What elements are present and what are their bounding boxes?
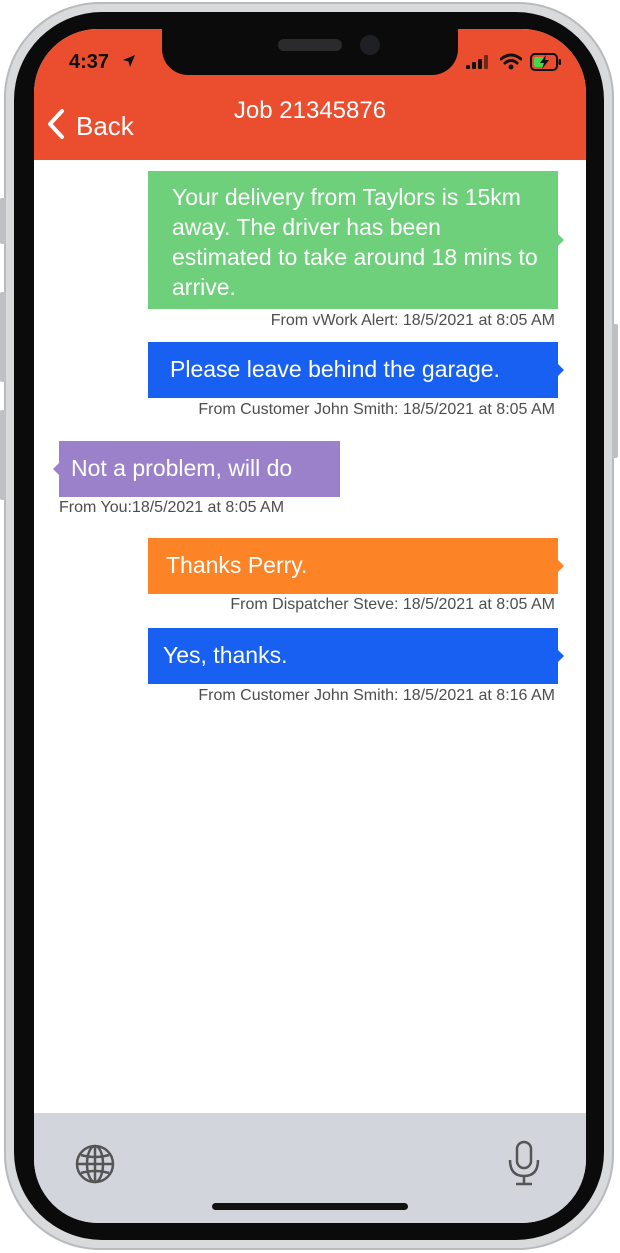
location-arrow-icon — [122, 54, 136, 73]
page-title: Job 21345876 — [233, 97, 387, 124]
wifi-icon — [499, 53, 523, 75]
bubble-tail — [558, 234, 564, 246]
bubble-tail — [558, 560, 564, 572]
battery-charging-icon — [530, 53, 562, 76]
message-meta: From Customer John Smith: 18/5/2021 at 8… — [198, 401, 555, 418]
bubble-tail — [53, 463, 59, 475]
cellular-signal-icon — [466, 55, 490, 74]
message-bubble: Please leave behind the garage. — [148, 342, 564, 398]
globe-icon[interactable] — [74, 1143, 116, 1190]
front-camera — [360, 35, 380, 55]
mute-switch — [0, 198, 6, 244]
message-meta: From Customer John Smith: 18/5/2021 at 8… — [198, 687, 555, 704]
message-list[interactable]: Your delivery from Taylors is 15km away.… — [34, 160, 586, 1113]
message-meta: From Dispatcher Steve: 18/5/2021 at 8:05… — [230, 596, 555, 613]
home-indicator[interactable] — [212, 1203, 408, 1210]
message-bubble: Your delivery from Taylors is 15km away.… — [148, 171, 564, 309]
volume-up-button — [0, 292, 6, 382]
phone-screen: 4:37 Back Job 21345876 Your delivery fro… — [34, 29, 586, 1223]
message-bubble: Thanks Perry. — [148, 538, 564, 594]
message-text: Your delivery from Taylors is 15km away.… — [172, 184, 538, 300]
power-button — [612, 324, 618, 458]
volume-down-button — [0, 410, 6, 500]
message-text: Not a problem, will do — [71, 455, 293, 481]
navigation-header: 4:37 Back Job 21345876 — [34, 29, 586, 160]
status-time: 4:37 — [69, 51, 110, 73]
message-text: Please leave behind the garage. — [170, 356, 500, 382]
message-text: Thanks Perry. — [166, 552, 308, 578]
message-text: Yes, thanks. — [163, 642, 288, 668]
bubble-tail — [558, 364, 564, 376]
message-bubble: Not a problem, will do — [53, 441, 340, 497]
bubble-tail — [558, 650, 564, 662]
notch — [162, 29, 458, 75]
message-bubble: Yes, thanks. — [148, 628, 564, 684]
message-meta: From vWork Alert: 18/5/2021 at 8:05 AM — [270, 312, 555, 329]
message-meta: From You:18/5/2021 at 8:05 AM — [59, 499, 285, 516]
microphone-icon[interactable] — [506, 1139, 542, 1192]
speaker-grille — [278, 39, 342, 51]
